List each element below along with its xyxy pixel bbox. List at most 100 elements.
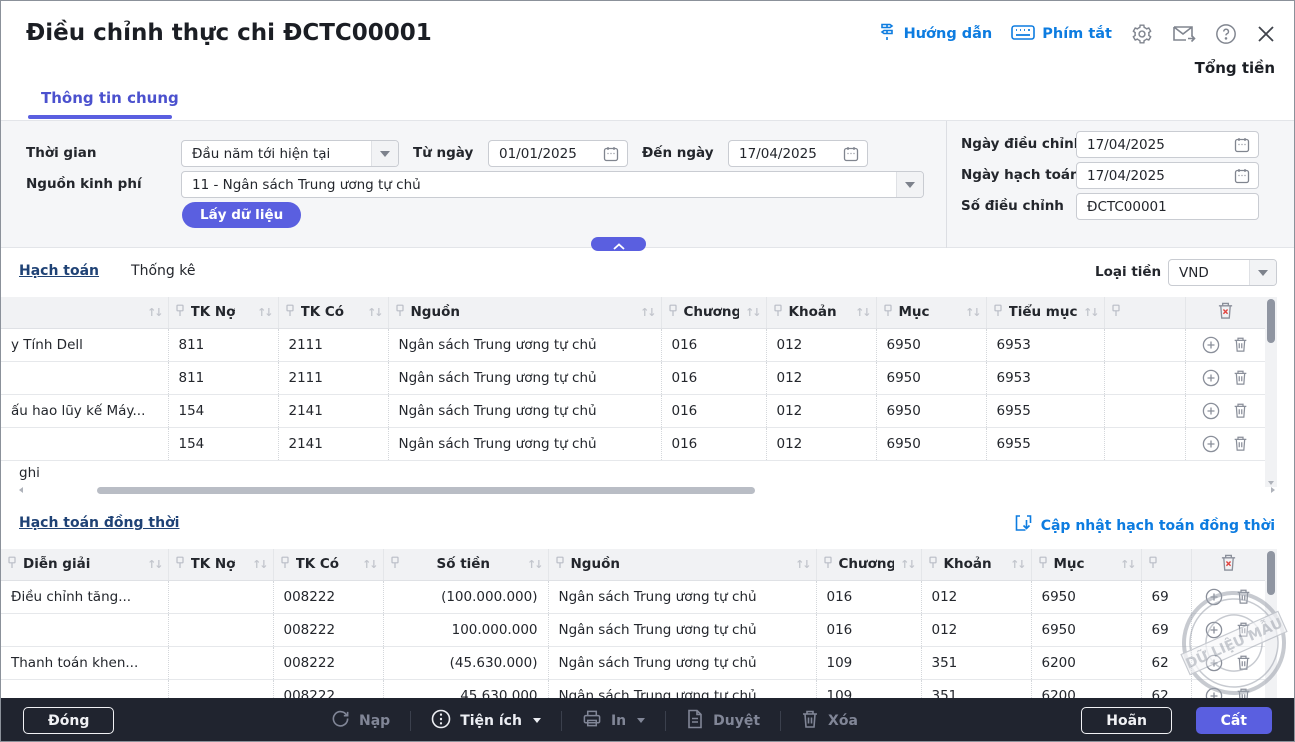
dong-thoi-cell[interactable]: 62 [1141, 679, 1191, 698]
dong-thoi-row[interactable]: Điều chỉnh tăng...008222(100.000.000)Ngâ… [1, 580, 1265, 613]
hach-toan-cell[interactable]: 811 [168, 328, 278, 361]
sort-icon[interactable]: ↑↓ [855, 306, 869, 319]
pin-icon[interactable] [390, 556, 400, 573]
dong-thoi-cell[interactable]: 008222 [273, 679, 383, 698]
dong-button[interactable]: Đóng [23, 707, 114, 734]
hach-toan-cell[interactable] [1104, 427, 1185, 460]
pin-icon[interactable] [1038, 556, 1048, 573]
delete-row-icon[interactable] [1233, 336, 1248, 354]
pin-icon[interactable] [555, 556, 565, 573]
add-row-icon[interactable] [1202, 369, 1220, 387]
calendar-icon[interactable] [843, 146, 859, 162]
hach-toan-cell[interactable]: 6950 [876, 427, 986, 460]
add-row-icon[interactable] [1202, 402, 1220, 420]
sort-icon[interactable]: ↑↓ [1010, 558, 1024, 571]
lay-du-lieu-button[interactable]: Lấy dữ liệu [182, 202, 301, 228]
sort-icon[interactable]: ↑↓ [640, 306, 654, 319]
dong-thoi-cell[interactable] [1, 613, 168, 646]
dropdown-caret-icon[interactable] [1249, 260, 1276, 285]
dong-thoi-cell[interactable]: 016 [816, 580, 921, 613]
dong-thoi-cell[interactable] [1, 679, 168, 698]
guide-link[interactable]: Hướng dẫn [877, 22, 993, 46]
delete-all-icon[interactable] [1185, 297, 1265, 328]
dropdown-caret-icon[interactable] [371, 141, 398, 166]
thoi-gian-select[interactable]: Đầu năm tới hiện tại [181, 140, 399, 167]
dong-thoi-cell[interactable]: 008222 [273, 646, 383, 679]
close-icon[interactable] [1256, 24, 1276, 44]
hach-toan-cell[interactable] [1104, 328, 1185, 361]
hach-toan-cell[interactable]: 012 [766, 394, 876, 427]
delete-row-icon[interactable] [1236, 687, 1251, 699]
hach-toan-row[interactable]: ấu hao lũy kế Máy...1542141Ngân sách Tru… [1, 394, 1265, 427]
dong-thoi-cell[interactable]: 45.630.000 [383, 679, 548, 698]
dong-thoi-cell[interactable]: 016 [816, 613, 921, 646]
pin-icon[interactable] [993, 304, 1003, 321]
calendar-icon[interactable] [1234, 168, 1250, 184]
pin-icon[interactable] [668, 304, 678, 321]
pin-icon[interactable] [175, 304, 185, 321]
hach-toan-cell[interactable]: 6950 [876, 394, 986, 427]
hach-toan-cell[interactable]: Ngân sách Trung ương tự chủ [388, 361, 661, 394]
dong-thoi-cell[interactable]: 6200 [1031, 679, 1141, 698]
pin-icon[interactable] [285, 304, 295, 321]
sort-icon[interactable]: ↑↓ [527, 558, 541, 571]
pin-icon[interactable] [175, 556, 185, 573]
hach-toan-cell[interactable]: 154 [168, 427, 278, 460]
hach-toan-cell[interactable]: 2141 [278, 394, 388, 427]
delete-row-icon[interactable] [1236, 621, 1251, 639]
dong-thoi-cell[interactable]: Ngân sách Trung ương tự chủ [548, 646, 816, 679]
sort-icon[interactable]: ↑↓ [147, 558, 161, 571]
dong-thoi-cell[interactable] [168, 580, 273, 613]
hach-toan-cell[interactable]: 016 [661, 361, 766, 394]
sort-icon[interactable]: ↑↓ [965, 306, 979, 319]
pin-icon[interactable] [928, 556, 938, 573]
add-row-icon[interactable] [1202, 435, 1220, 453]
sort-icon[interactable]: ↑↓ [367, 306, 381, 319]
ngay-hach-toan-input[interactable]: 17/04/2025 [1076, 162, 1259, 189]
calendar-icon[interactable] [603, 146, 619, 162]
delete-row-icon[interactable] [1233, 435, 1248, 453]
hach-toan-cell[interactable]: 6955 [986, 394, 1104, 427]
tien-ich-button[interactable]: Tiện ích [431, 709, 541, 733]
in-button[interactable]: In [582, 709, 645, 732]
dong-thoi-cell[interactable]: 351 [921, 679, 1031, 698]
table1-vertical-scrollbar[interactable] [1265, 297, 1277, 487]
dong-thoi-cell[interactable]: Thanh toán khen... [1, 646, 168, 679]
nap-button[interactable]: Nạp [331, 709, 390, 732]
help-icon[interactable] [1215, 23, 1237, 45]
hoan-button[interactable]: Hoãn [1081, 707, 1172, 734]
tab-thong-tin-chung[interactable]: Thông tin chung [41, 89, 179, 107]
dong-thoi-row[interactable]: 00822245.630.000Ngân sách Trung ương tự … [1, 679, 1265, 698]
so-dieu-chinh-input[interactable]: ĐCTC00001 [1076, 193, 1259, 220]
hach-toan-cell[interactable]: 154 [168, 394, 278, 427]
dong-thoi-cell[interactable]: 69 [1141, 580, 1191, 613]
table1-horizontal-scrollbar[interactable] [17, 486, 1275, 495]
gear-icon[interactable] [1131, 23, 1153, 45]
hach-toan-cell[interactable]: Ngân sách Trung ương tự chủ [388, 394, 661, 427]
sort-icon[interactable]: ↑↓ [795, 558, 809, 571]
sort-icon[interactable]: ↑↓ [900, 558, 914, 571]
dong-thoi-cell[interactable]: 6950 [1031, 613, 1141, 646]
hach-toan-cell[interactable]: 6953 [986, 328, 1104, 361]
hach-toan-cell[interactable] [1104, 394, 1185, 427]
dong-thoi-cell[interactable]: (100.000.000) [383, 580, 548, 613]
mail-send-icon[interactable] [1172, 24, 1196, 44]
add-row-icon[interactable] [1205, 654, 1223, 672]
dong-thoi-cell[interactable]: Điều chỉnh tăng... [1, 580, 168, 613]
delete-row-icon[interactable] [1233, 369, 1248, 387]
dong-thoi-cell[interactable]: 109 [816, 646, 921, 679]
dong-thoi-cell[interactable]: 012 [921, 580, 1031, 613]
update-sync-link[interactable]: Cập nhật hạch toán đồng thời [1014, 514, 1275, 537]
dong-thoi-cell[interactable]: 351 [921, 646, 1031, 679]
tab-hach-toan[interactable]: Hạch toán [19, 263, 99, 279]
dong-thoi-cell[interactable]: 008222 [273, 580, 383, 613]
tab-thong-ke[interactable]: Thống kê [131, 263, 195, 279]
hach-toan-cell[interactable] [1, 427, 168, 460]
dong-thoi-cell[interactable]: 6200 [1031, 646, 1141, 679]
hach-toan-cell[interactable]: 2111 [278, 361, 388, 394]
delete-row-icon[interactable] [1236, 588, 1251, 606]
sort-icon[interactable]: ↑↓ [1120, 558, 1134, 571]
hach-toan-dong-thoi-link[interactable]: Hạch toán đồng thời [19, 515, 179, 531]
dong-thoi-cell[interactable] [168, 679, 273, 698]
dropdown-caret-icon[interactable] [896, 172, 923, 197]
